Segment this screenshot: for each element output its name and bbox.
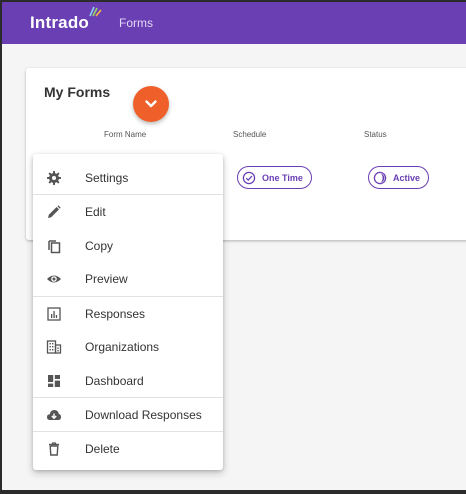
brand-spark-icon: [89, 6, 102, 17]
menu-item-label: Download Responses: [85, 407, 202, 422]
menu-item-label: Delete: [85, 441, 120, 456]
column-header-schedule[interactable]: Schedule: [233, 130, 266, 139]
column-header-status[interactable]: Status: [364, 130, 387, 139]
dashboard-icon: [48, 374, 60, 387]
copy-icon: [48, 239, 61, 253]
column-header-form-name[interactable]: Form Name: [104, 130, 146, 139]
menu-item-organizations[interactable]: Organizations: [33, 330, 223, 363]
check-circle-icon: [242, 171, 256, 184]
menu-item-edit[interactable]: Edit: [33, 195, 223, 228]
app-title: Forms: [119, 16, 154, 30]
menu-item-label: Edit: [85, 204, 106, 219]
menu-item-label: Dashboard: [85, 373, 144, 388]
actions-fab-button[interactable]: [133, 86, 169, 122]
form-actions-menu: Settings Edit Copy Preview Responses Org…: [33, 154, 223, 470]
menu-item-dashboard[interactable]: Dashboard: [33, 364, 223, 397]
pencil-icon: [48, 204, 61, 218]
building-icon: [46, 339, 62, 354]
menu-item-label: Responses: [85, 306, 146, 321]
menu-item-label: Copy: [85, 238, 114, 253]
chevron-down-icon: [145, 100, 157, 108]
menu-item-label: Organizations: [85, 339, 160, 354]
menu-item-settings[interactable]: Settings: [33, 161, 223, 194]
menu-item-copy[interactable]: Copy: [33, 229, 223, 262]
half-moon-icon: [373, 171, 387, 184]
status-chip[interactable]: Active: [368, 166, 430, 189]
bar-chart-icon: [47, 306, 61, 321]
card-title: My Forms: [44, 84, 111, 100]
menu-item-label: Preview: [85, 271, 128, 286]
eye-icon: [47, 275, 61, 282]
schedule-chip[interactable]: One Time: [237, 166, 312, 189]
gear-icon: [47, 170, 61, 185]
menu-item-download-responses[interactable]: Download Responses: [33, 398, 223, 431]
cloud-download-icon: [47, 409, 61, 420]
menu-item-preview[interactable]: Preview: [33, 262, 223, 295]
menu-item-label: Settings: [85, 170, 129, 185]
trash-icon: [49, 441, 59, 456]
status-chip-label: Active: [393, 172, 421, 183]
app-viewport: Intrado Forms My Forms Form Name Schedul…: [2, 2, 466, 490]
menu-item-delete[interactable]: Delete: [33, 432, 223, 465]
brand-name: Intrado: [30, 13, 90, 32]
menu-item-responses[interactable]: Responses: [33, 297, 223, 330]
brand-logo[interactable]: Intrado: [30, 6, 102, 33]
schedule-chip-label: One Time: [262, 172, 303, 183]
top-bar: Intrado Forms: [2, 2, 466, 44]
